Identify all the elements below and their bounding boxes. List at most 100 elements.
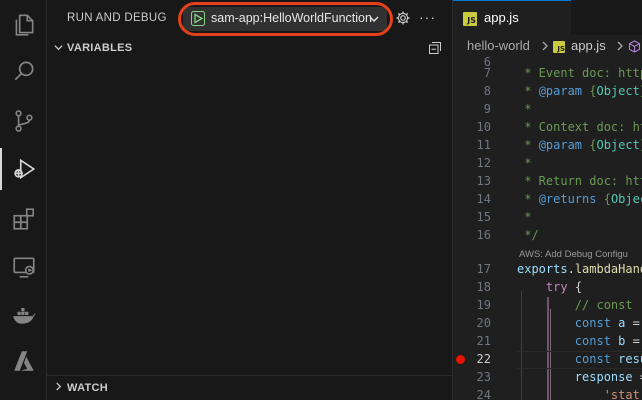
activity-bar (0, 0, 47, 400)
code-line[interactable]: 'stat (517, 388, 640, 400)
code-line[interactable]: * (517, 102, 531, 116)
code-token: @param (538, 138, 583, 152)
code-token: * (517, 156, 532, 170)
code-token: Objec (610, 192, 642, 206)
code-token: . (567, 262, 575, 276)
azure-icon[interactable] (0, 338, 47, 384)
chevron-right-icon (542, 41, 548, 51)
code-token: http (618, 66, 642, 80)
source-control-icon[interactable] (0, 98, 47, 144)
line-number[interactable]: 22 (453, 352, 491, 366)
line-number[interactable]: 24 (453, 388, 491, 400)
code-token: Object (596, 138, 640, 152)
line-number[interactable]: 20 (453, 316, 491, 330)
code-line[interactable]: const a = (517, 316, 640, 330)
code-line[interactable]: response = (517, 370, 642, 384)
line-number[interactable]: 9 (453, 102, 491, 116)
debug-configuration-dropdown[interactable]: sam-app:HelloWorldFunction (183, 7, 387, 31)
line-number[interactable]: 14 (453, 192, 491, 206)
code-token: lambdaHand (574, 262, 642, 276)
start-debugging-icon[interactable] (191, 11, 205, 26)
variables-section-header[interactable]: VARIABLES (47, 37, 452, 59)
line-number[interactable]: 18 (453, 280, 491, 294)
tab-label: app.js (484, 10, 519, 25)
code-token: const (574, 352, 611, 366)
code-line[interactable]: * @returns {Objec (517, 192, 642, 206)
code-line[interactable]: * @param {Object} (517, 138, 642, 152)
run-and-debug-icon[interactable] (0, 146, 47, 192)
code-token: * (517, 138, 539, 152)
code-line[interactable]: * Context doc: ht (517, 120, 642, 134)
collapse-all-icon[interactable] (428, 41, 442, 55)
line-number[interactable]: 16 (453, 228, 491, 242)
code-token: try (545, 280, 568, 294)
variables-section-title: VARIABLES (67, 42, 133, 54)
code-token: response (574, 370, 633, 384)
code-token: * (517, 192, 539, 206)
remote-explorer-icon[interactable] (0, 244, 47, 290)
code-token: = (633, 370, 642, 384)
line-number[interactable]: 12 (453, 156, 491, 170)
method-symbol-icon[interactable] (628, 40, 641, 53)
code-token: { (582, 138, 597, 152)
codelens-add-debug-config[interactable]: AWS: Add Debug Configu (519, 249, 628, 260)
chevron-right-icon (56, 382, 62, 391)
code-token: 'stat (603, 388, 640, 400)
code-line[interactable]: try { (517, 280, 582, 294)
code-token: = (625, 334, 640, 348)
code-token: resu (618, 352, 642, 366)
code-editor: JS app.js hello-world JS app.js AWS: Add… (452, 0, 642, 400)
code-line[interactable]: * (517, 156, 531, 170)
line-number[interactable]: 15 (453, 210, 491, 224)
line-number[interactable]: 11 (453, 138, 491, 152)
line-number[interactable]: 19 (453, 298, 491, 312)
extensions-icon[interactable] (0, 196, 47, 242)
watch-section-header[interactable]: WATCH (47, 375, 452, 397)
line-number[interactable]: 17 (453, 262, 491, 276)
line-number[interactable]: 13 (453, 174, 491, 188)
code-line[interactable]: * Return doc: htt (517, 174, 642, 188)
sidebar-title: RUN AND DEBUG (67, 12, 167, 24)
gear-icon[interactable] (395, 10, 411, 26)
editor-tab-bar: JS app.js (453, 0, 642, 35)
explorer-icon[interactable] (0, 2, 47, 48)
search-icon[interactable] (0, 48, 47, 94)
debug-toolbar: RUN AND DEBUG sam-app:HelloWorldFunction… (47, 0, 452, 38)
code-line[interactable]: // const (517, 298, 633, 312)
code-line[interactable]: const b = (517, 334, 640, 348)
code-line[interactable]: const resu (517, 352, 642, 366)
line-number[interactable]: 21 (453, 334, 491, 348)
code-line[interactable]: */ (517, 228, 538, 242)
line-number[interactable]: 23 (453, 370, 491, 384)
docker-icon[interactable] (0, 292, 47, 338)
code-token: * Event doc: (517, 66, 619, 80)
code-line[interactable]: * @param {Object} (517, 84, 642, 98)
javascript-file-icon: JS (553, 41, 565, 53)
chevron-down-icon (369, 16, 379, 22)
code-token: = (625, 316, 640, 330)
line-number[interactable]: 10 (453, 120, 491, 134)
code-token: const (574, 316, 611, 330)
code-token: ht (632, 120, 642, 134)
code-line[interactable]: exports.lambdaHand (517, 262, 642, 276)
breadcrumb-folder[interactable]: hello-world (467, 38, 530, 53)
tab-app-js[interactable]: JS app.js (453, 0, 571, 35)
code-line[interactable]: * (517, 210, 531, 224)
debug-configuration-name: sam-app:HelloWorldFunction (211, 11, 372, 25)
code-token: @returns (538, 192, 597, 206)
line-number[interactable]: 7 (453, 66, 491, 80)
breadcrumb-file[interactable]: app.js (571, 38, 606, 53)
code-line[interactable]: * Event doc: http (517, 66, 642, 80)
code-token: htt (625, 174, 642, 188)
chevron-right-icon (617, 41, 623, 51)
line-number[interactable]: 8 (453, 84, 491, 98)
run-and-debug-sidebar: RUN AND DEBUG sam-app:HelloWorldFunction… (47, 0, 452, 400)
code-token: * (517, 210, 532, 224)
more-actions-icon[interactable]: ··· (419, 9, 436, 25)
bracket-pair-guide (547, 297, 549, 400)
